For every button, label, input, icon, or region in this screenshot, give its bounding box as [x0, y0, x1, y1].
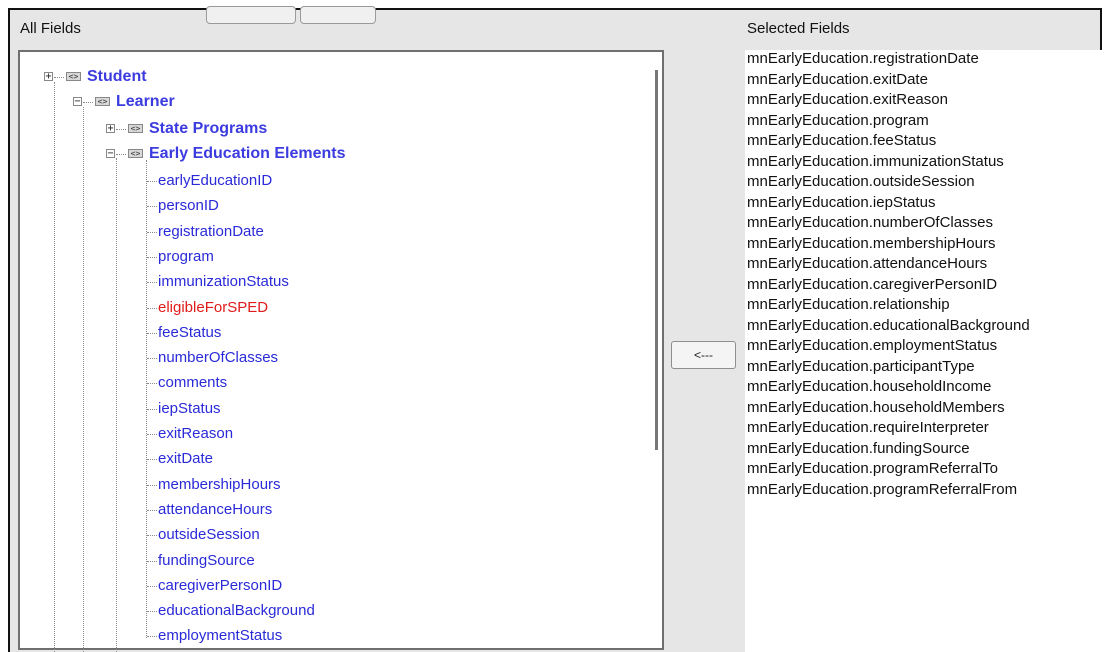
selected-field-item[interactable]: mnEarlyEducation.attendanceHours	[747, 254, 1030, 275]
tree-connector	[147, 560, 157, 562]
selected-field-item[interactable]: mnEarlyEducation.relationship	[747, 295, 1030, 316]
tree-connector	[147, 535, 157, 537]
tree-connector	[147, 181, 157, 182]
tree-connector	[147, 434, 157, 435]
tree-connector	[116, 129, 126, 130]
tree-connector	[116, 154, 126, 155]
selected-field-item[interactable]: mnEarlyEducation.householdMembers	[747, 398, 1030, 419]
tree-connector	[147, 484, 157, 486]
tree-node-student[interactable]: <> Student	[66, 66, 147, 88]
selected-field-item[interactable]: mnEarlyEducation.exitReason	[747, 90, 1030, 111]
tree-leaf-field[interactable]: fundingSource	[158, 550, 255, 572]
tree-connector	[147, 408, 157, 410]
all-fields-tree[interactable]	[18, 50, 664, 650]
tree-node-state-programs[interactable]: <> State Programs	[128, 118, 267, 140]
tree-leaf-field[interactable]: immunizationStatus	[158, 271, 289, 293]
tree-connector	[147, 282, 157, 284]
selected-field-item[interactable]: mnEarlyEducation.numberOfClasses	[747, 213, 1030, 234]
tree-connector	[147, 307, 157, 309]
tree-leaf-field[interactable]: attendanceHours	[158, 499, 272, 521]
selected-field-item[interactable]: mnEarlyEducation.employmentStatus	[747, 336, 1030, 357]
selected-field-item[interactable]: mnEarlyEducation.householdIncome	[747, 377, 1030, 398]
tree-connector	[147, 256, 157, 258]
selected-field-item[interactable]: mnEarlyEducation.membershipHours	[747, 234, 1030, 255]
collapse-icon[interactable]: −	[73, 97, 82, 107]
tree-connector	[54, 77, 64, 78]
tree-connector	[147, 383, 157, 385]
field-group-icon: <>	[128, 124, 143, 134]
tree-connector	[147, 358, 157, 360]
tree-connector	[147, 585, 157, 587]
selected-field-item[interactable]: mnEarlyEducation.outsideSession	[747, 172, 1030, 193]
tree-node-label: State Programs	[149, 120, 268, 137]
tree-connector	[147, 611, 157, 613]
tree-leaf-field[interactable]: membershipHours	[158, 474, 281, 496]
tree-leaf-field[interactable]: caregiverPersonID	[158, 575, 282, 597]
tree-leaf-field[interactable]: employmentStatus	[158, 625, 282, 647]
remove-field-button[interactable]: <---	[671, 341, 736, 369]
tree-connector	[147, 332, 157, 334]
selected-field-item[interactable]: mnEarlyEducation.participantType	[747, 357, 1030, 378]
tree-guide-line	[54, 82, 55, 652]
tree-leaf-field[interactable]: feeStatus	[158, 322, 221, 344]
selected-field-item[interactable]: mnEarlyEducation.exitDate	[747, 70, 1030, 91]
field-group-icon: <>	[95, 97, 110, 107]
tree-node-label: Early Education Elements	[149, 145, 346, 162]
tree-guide-line	[116, 158, 117, 652]
expand-icon[interactable]: +	[44, 72, 53, 82]
tree-connector	[147, 206, 157, 208]
tree-node-label: Learner	[116, 93, 175, 110]
selected-fields-header: Selected Fields	[747, 20, 850, 37]
selected-field-item[interactable]: mnEarlyEducation.immunizationStatus	[747, 152, 1030, 173]
tree-leaf-field[interactable]: program	[158, 246, 214, 268]
toolbar-button-partial[interactable]	[206, 6, 296, 24]
tree-leaf-field[interactable]: outsideSession	[158, 524, 260, 546]
selected-fields-list[interactable]: mnEarlyEducation.registrationDate mnEarly…	[747, 49, 1030, 500]
tree-node-early-education-elements[interactable]: <> Early Education Elements	[128, 143, 346, 165]
selected-field-item[interactable]: mnEarlyEducation.feeStatus	[747, 131, 1030, 152]
tree-node-label: Student	[87, 68, 147, 85]
tree-leaf-field[interactable]: earlyEducationID	[158, 170, 272, 192]
tree-leaf-field[interactable]: comments	[158, 372, 227, 394]
tree-leaf-field[interactable]: registrationDate	[158, 221, 264, 243]
tree-connector	[83, 102, 93, 103]
selected-field-item[interactable]: mnEarlyEducation.requireInterpreter	[747, 418, 1030, 439]
selected-field-item[interactable]: mnEarlyEducation.programReferralFrom	[747, 480, 1030, 501]
tree-leaf-field[interactable]: iepStatus	[158, 398, 221, 420]
tree-connector	[147, 509, 157, 511]
tree-scrollbar[interactable]	[655, 70, 658, 450]
selected-field-item[interactable]: mnEarlyEducation.caregiverPersonID	[747, 275, 1030, 296]
expand-icon[interactable]: +	[106, 124, 115, 134]
selected-field-item[interactable]: mnEarlyEducation.educationalBackground	[747, 316, 1030, 337]
tree-guide-line	[83, 107, 84, 652]
tree-leaf-field[interactable]: educationalBackground	[158, 600, 315, 622]
tree-leaf-field[interactable]: personID	[158, 195, 219, 217]
tree-leaf-field[interactable]: exitDate	[158, 448, 213, 470]
all-fields-header: All Fields	[20, 20, 81, 37]
toolbar-button-partial[interactable]	[300, 6, 376, 24]
tree-node-learner[interactable]: <> Learner	[95, 91, 175, 113]
field-group-icon: <>	[66, 72, 81, 82]
tree-connector	[147, 231, 157, 233]
selected-field-item[interactable]: mnEarlyEducation.program	[747, 111, 1030, 132]
field-group-icon: <>	[128, 149, 143, 159]
selected-field-item[interactable]: mnEarlyEducation.iepStatus	[747, 193, 1030, 214]
tree-connector	[147, 459, 157, 461]
selected-field-item[interactable]: mnEarlyEducation.programReferralTo	[747, 459, 1030, 480]
tree-leaf-field[interactable]: eligibleForSPED	[158, 297, 268, 319]
selected-field-item[interactable]: mnEarlyEducation.registrationDate	[747, 49, 1030, 70]
tree-connector	[147, 636, 157, 638]
tree-leaf-field[interactable]: numberOfClasses	[158, 347, 278, 369]
tree-leaf-field[interactable]: exitReason	[158, 423, 233, 445]
selected-field-item[interactable]: mnEarlyEducation.fundingSource	[747, 439, 1030, 460]
collapse-icon[interactable]: −	[106, 149, 115, 159]
